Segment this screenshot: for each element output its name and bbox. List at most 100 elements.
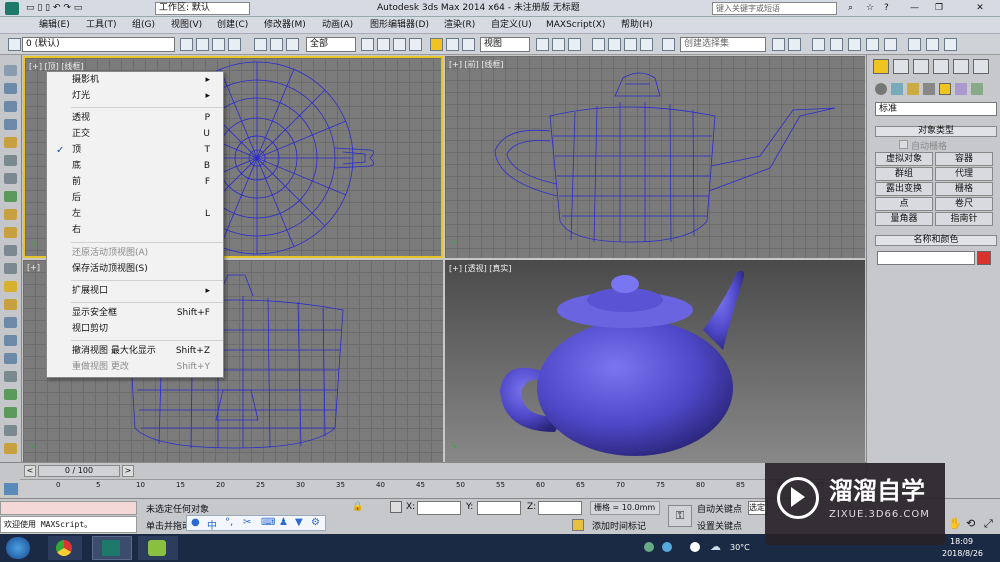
add-to-layer-icon[interactable]: [212, 38, 225, 51]
hierarchy-tab-icon[interactable]: [913, 59, 929, 74]
strip-tool-9-icon[interactable]: [4, 209, 17, 220]
lock-selection-icon[interactable]: 🔒: [352, 502, 363, 512]
menu-item-right[interactable]: 右: [72, 224, 222, 237]
clock-time[interactable]: 18:09: [950, 537, 973, 546]
ime-settings-icon[interactable]: ⚙: [311, 517, 320, 528]
x-coordinate-input[interactable]: [417, 501, 461, 515]
menu-animation[interactable]: 动画(A): [322, 19, 353, 31]
menu-item-lights[interactable]: 灯光 ▸: [72, 90, 222, 103]
select-object-icon[interactable]: [361, 38, 374, 51]
menu-item-top[interactable]: 顶T: [72, 144, 222, 157]
mirror-icon[interactable]: [772, 38, 785, 51]
keyboard-shortcut-icon[interactable]: [568, 38, 581, 51]
time-slider[interactable]: 0 / 100: [38, 465, 120, 477]
menu-item-back[interactable]: 后: [72, 192, 222, 205]
key-mode-icon[interactable]: ⚿: [668, 505, 692, 527]
menu-views[interactable]: 视图(V): [171, 19, 202, 31]
add-time-tag-label[interactable]: 添加时间标记: [592, 519, 646, 532]
menu-edit[interactable]: 编辑(E): [39, 19, 70, 31]
menu-item-save-view[interactable]: 保存活动顶视图(S): [72, 263, 222, 276]
expose-transform-button[interactable]: 露出变换: [875, 182, 933, 196]
search-input[interactable]: 键入关键字或短语: [712, 2, 837, 15]
y-coordinate-input[interactable]: [477, 501, 521, 515]
rendered-frame-icon[interactable]: [926, 38, 939, 51]
maxscript-listener[interactable]: 欢迎使用 MAXScript。: [0, 516, 137, 533]
protractor-button[interactable]: 量角器: [875, 212, 933, 226]
menu-item-viewport-clipping[interactable]: 视口剪切: [72, 323, 222, 336]
strip-tool-18-icon[interactable]: [4, 371, 17, 382]
link-icon[interactable]: [254, 38, 267, 51]
strip-tool-19-icon[interactable]: [4, 389, 17, 400]
viewport-perspective[interactable]: [+] [透视] [真实] ↳: [445, 260, 865, 462]
ime-skin-icon[interactable]: ▼: [295, 517, 303, 528]
systems-icon[interactable]: [971, 83, 983, 95]
clock-date[interactable]: 2018/8/26: [942, 549, 983, 558]
workspace-dropdown[interactable]: 工作区: 默认: [155, 2, 250, 15]
open-mini-curve-editor-icon[interactable]: [4, 483, 18, 495]
time-tag-icon[interactable]: [572, 519, 584, 531]
z-coordinate-input[interactable]: [538, 501, 582, 515]
object-color-swatch[interactable]: [977, 251, 991, 265]
scale-icon[interactable]: [462, 38, 475, 51]
strip-tool-14-icon[interactable]: [4, 299, 17, 310]
rotate-icon[interactable]: [446, 38, 459, 51]
maximize-viewport-icon[interactable]: ⤢: [984, 517, 993, 531]
snap-icon[interactable]: [592, 38, 605, 51]
strip-tool-21-icon[interactable]: [4, 425, 17, 436]
graphite-toggle-icon[interactable]: [830, 38, 843, 51]
render-setup-icon[interactable]: [908, 38, 921, 51]
angle-snap-icon[interactable]: [608, 38, 621, 51]
create-tab-icon[interactable]: [873, 59, 889, 74]
edit-named-sets-icon[interactable]: [662, 38, 675, 51]
utilities-tab-icon[interactable]: [973, 59, 989, 74]
menu-item-front[interactable]: 前F: [72, 176, 222, 189]
menu-item-camera[interactable]: 摄影机 ▸: [72, 74, 222, 87]
new-layer-icon[interactable]: [196, 38, 209, 51]
menu-group[interactable]: 组(G): [132, 19, 155, 31]
strip-tool-4-icon[interactable]: [4, 119, 17, 130]
strip-tool-5-icon[interactable]: [4, 137, 17, 148]
menu-item-extended-viewports[interactable]: 扩展视口 ▸: [72, 285, 222, 298]
tape-button[interactable]: 卷尺: [935, 197, 993, 211]
strip-tool-10-icon[interactable]: [4, 227, 17, 238]
menu-item-bottom[interactable]: 底B: [72, 160, 222, 173]
app-logo-icon[interactable]: [5, 2, 19, 15]
object-category-dropdown[interactable]: 标准: [875, 102, 997, 116]
select-layer-icon[interactable]: [228, 38, 241, 51]
cameras-icon[interactable]: [923, 83, 935, 95]
reference-coord-dropdown[interactable]: 视图: [480, 37, 530, 52]
menu-tools[interactable]: 工具(T): [86, 19, 117, 31]
spacewarps-icon[interactable]: [955, 83, 967, 95]
pan-view-icon[interactable]: ✋: [948, 517, 962, 530]
set-key-button[interactable]: 设置关键点: [697, 519, 742, 532]
menu-rendering[interactable]: 渲染(R): [444, 19, 475, 31]
restore-icon[interactable]: ❐: [935, 0, 943, 17]
proxy-button[interactable]: 代理: [935, 167, 993, 181]
menu-item-undo-view[interactable]: 撤消视图 最大化显示 Shift+Z: [72, 345, 222, 358]
strip-tool-12-icon[interactable]: [4, 263, 17, 274]
material-editor-icon[interactable]: [884, 38, 897, 51]
strip-tool-6-icon[interactable]: [4, 155, 17, 166]
object-name-input[interactable]: [877, 251, 975, 265]
name-color-header[interactable]: 名称和颜色: [875, 235, 997, 246]
menu-maxscript[interactable]: MAXScript(X): [546, 19, 605, 31]
selection-filter-dropdown[interactable]: 全部: [306, 37, 356, 52]
close-icon[interactable]: ✕: [962, 0, 998, 17]
schematic-view-icon[interactable]: [866, 38, 879, 51]
spinner-snap-icon[interactable]: [640, 38, 653, 51]
compass-button[interactable]: 指南针: [935, 212, 993, 226]
prev-frame-icon[interactable]: <: [24, 465, 36, 477]
move-icon[interactable]: [430, 38, 443, 51]
rect-region-icon[interactable]: [393, 38, 406, 51]
unlink-icon[interactable]: [270, 38, 283, 51]
strip-tool-17-icon[interactable]: [4, 353, 17, 364]
layer-manager-icon[interactable]: [180, 38, 193, 51]
auto-key-button[interactable]: 自动关键点: [697, 502, 742, 515]
ime-scissors-icon[interactable]: ✂: [243, 517, 251, 528]
object-type-header[interactable]: 对象类型: [875, 126, 997, 137]
menu-graph-editors[interactable]: 图形编辑器(D): [370, 19, 429, 31]
dummy-button[interactable]: 虚拟对象: [875, 152, 933, 166]
layer-dropdown[interactable]: 0 (默认): [22, 37, 175, 52]
window-crossing-icon[interactable]: [409, 38, 422, 51]
geometry-icon[interactable]: [875, 83, 887, 95]
